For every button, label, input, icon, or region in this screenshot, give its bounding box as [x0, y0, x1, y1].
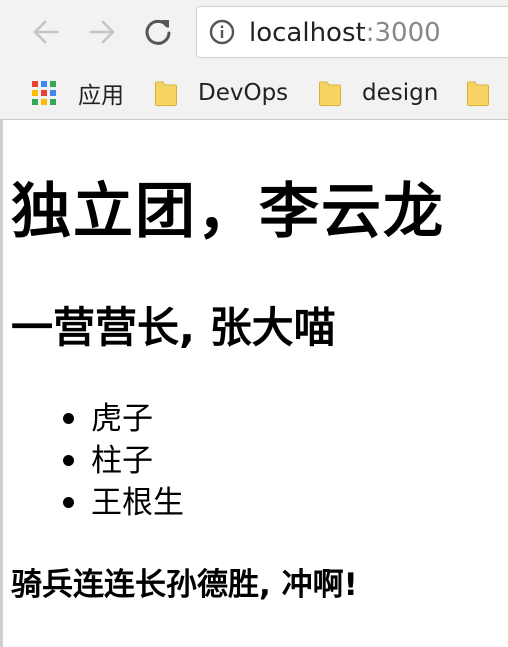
list-item: 王根生	[59, 482, 184, 524]
list-item: 柱子	[59, 440, 184, 482]
list-item-label: 虎子	[91, 401, 153, 437]
bookmark-design[interactable]: design	[318, 76, 438, 110]
url-port: :3000	[365, 18, 441, 48]
bullet-icon	[63, 455, 74, 466]
back-button[interactable]	[28, 14, 64, 50]
url-host: localhost	[249, 18, 366, 48]
reload-icon	[145, 19, 171, 45]
browser-toolbar: localhost:3000	[0, 0, 508, 66]
url-text: localhost:3000	[249, 17, 441, 49]
folder-icon	[466, 81, 489, 106]
bookmark-label: 应用	[78, 83, 124, 109]
list-item-label: 王根生	[91, 485, 184, 521]
bullet-icon	[63, 413, 74, 424]
apps-grid-icon	[32, 81, 58, 107]
page-subheading-small: 骑兵连连长孙德胜, 冲啊!	[11, 567, 358, 603]
page-content: 独立团，李云龙 一营营长, 张大喵 虎子 柱子 王根生 骑兵连连长孙德胜, 冲啊…	[0, 120, 508, 647]
list-item: 虎子	[59, 398, 184, 440]
address-bar[interactable]: localhost:3000	[196, 6, 508, 58]
folder-icon	[154, 81, 177, 106]
info-icon[interactable]	[209, 19, 235, 45]
list-item-label: 柱子	[91, 443, 153, 479]
page-subheading: 一营营长, 张大喵	[11, 303, 336, 352]
reload-button[interactable]	[140, 14, 176, 50]
bookmark-apps[interactable]: 应用	[32, 76, 124, 110]
bookmark-more[interactable]	[466, 76, 508, 110]
arrow-left-icon	[33, 20, 59, 44]
folder-icon	[318, 81, 341, 106]
bookmarks-bar: 应用 DevOps design	[0, 66, 508, 120]
bullet-icon	[63, 497, 74, 508]
bookmark-label: design	[362, 80, 439, 106]
page-heading: 独立团，李云龙	[11, 177, 445, 247]
bookmark-label: DevOps	[198, 80, 289, 106]
forward-button[interactable]	[84, 14, 120, 50]
member-list: 虎子 柱子 王根生	[59, 398, 184, 524]
arrow-right-icon	[89, 20, 115, 44]
browser-window: localhost:3000 应用 DevOps design 独立团，李云龙 …	[0, 0, 508, 647]
bookmark-devops[interactable]: DevOps	[154, 76, 288, 110]
